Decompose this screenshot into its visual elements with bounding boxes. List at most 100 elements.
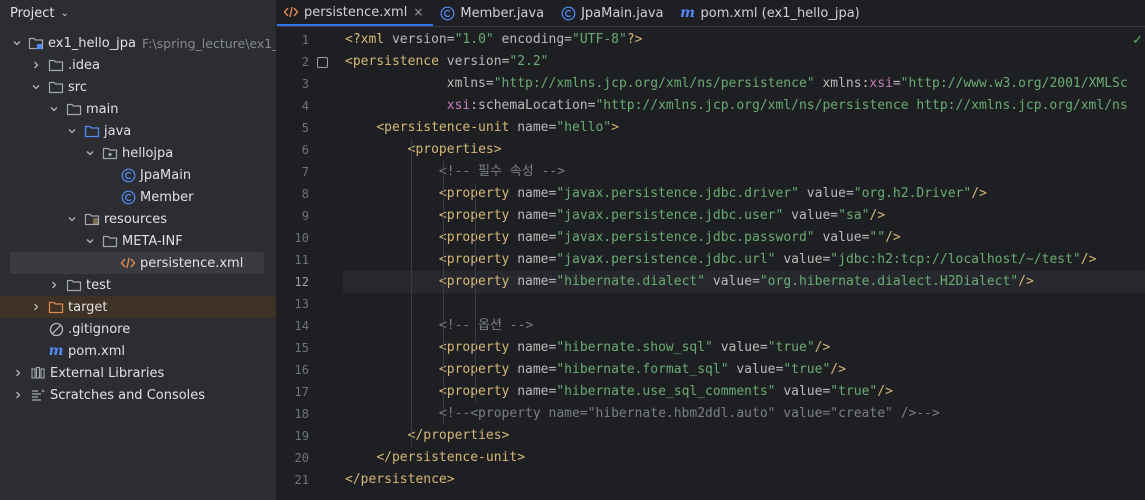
code-token: /> [1080,252,1097,267]
chevron-down-icon[interactable] [12,37,22,49]
code-token: value= [775,252,831,267]
code-line[interactable]: </persistence> [343,469,1145,491]
tree-node[interactable]: Scratches and Consoles [0,384,276,406]
code-line[interactable]: <property name="hibernate.use_sql_commen… [343,381,1145,403]
tree-node[interactable]: main [0,98,276,120]
source-folder-icon [84,124,100,138]
gitignore-icon [48,322,64,336]
code-line[interactable]: <property name="hibernate.show_sql" valu… [343,337,1145,359]
code-area[interactable]: <?xml version="1.0" encoding="UTF-8"?> <p… [343,27,1145,500]
code-token: "1.0" [454,32,494,47]
code-line[interactable]: <persistence-unit name="hello"> [343,117,1145,139]
tree-node[interactable]: persistence.xml [10,252,264,274]
code-line[interactable]: xsi:schemaLocation="http://xmlns.jcp.org… [343,95,1145,117]
chevron-down-icon[interactable]: ⌄ [60,8,68,19]
line-number-gutter: 1 2 3 4 5 6 7 8 9 10 11 12 13 14 15 16 17 18 19 20 21 [277,27,343,500]
indent-guide [411,139,412,447]
code-line[interactable]: <property name="hibernate.dialect" value… [343,271,1145,293]
tree-node-label: java [104,123,132,139]
code-line[interactable]: xmlns="http://xmlns.jcp.org/xml/ns/persi… [343,73,1145,95]
chevron-down-icon[interactable] [48,103,60,115]
code-editor[interactable]: 1 2 3 4 5 6 7 8 9 10 11 12 13 14 15 16 17 18 19 20 21 <?xml … [277,27,1145,500]
tree-node[interactable]: .gitignore [0,318,276,340]
code-line[interactable]: <!-- 필수 속성 --> [343,161,1145,183]
tree-node[interactable]: External Libraries [0,362,276,384]
chevron-down-icon[interactable] [66,213,78,225]
code-token: <properties> [407,142,502,157]
code-line[interactable]: <?xml version="1.0" encoding="UTF-8"?> [343,29,1145,51]
chevron-down-icon[interactable] [66,125,78,137]
editor-tab-label: persistence.xml [304,4,408,20]
code-token: "http://xmlns.jcp.org/xml/ns/persistence… [493,76,815,91]
tree-node[interactable]: .idea [0,54,276,76]
chevron-right-icon[interactable] [12,389,24,401]
chevron-down-icon[interactable] [84,235,96,247]
tree-node[interactable]: hellojpa [0,142,276,164]
line-number: 15 [294,341,309,355]
code-token: <!-- 필수 속성 --> [438,164,566,179]
chevron-right-icon[interactable] [30,59,42,71]
editor-tab[interactable]: persistence.xml × [277,0,434,26]
chevron-right-icon[interactable] [12,367,24,379]
code-line[interactable]: <persistence version="2.2" [343,51,1145,73]
code-token: </persistence> [345,472,455,487]
tree-node[interactable]: target [0,296,276,318]
code-line[interactable]: </properties> [343,425,1145,447]
tree-node[interactable]: m pom.xml [0,340,276,362]
tree-node[interactable]: src [0,76,276,98]
code-token: xmlns: [814,76,870,91]
code-token: /> [814,340,831,355]
indent-guide [443,161,444,425]
code-token: "UTF-8" [572,32,627,47]
line-number: 10 [294,231,309,245]
chevron-down-icon[interactable] [84,147,96,159]
code-line[interactable]: <property name="javax.persistence.jdbc.u… [343,205,1145,227]
tree-node[interactable]: JpaMain [0,164,276,186]
folder-icon [66,102,82,116]
chevron-right-icon[interactable] [48,279,60,291]
chevron-down-icon[interactable] [30,81,42,93]
chevron-right-icon[interactable] [30,301,42,313]
tree-node[interactable]: Member [0,186,276,208]
tree-node[interactable]: resources [0,208,276,230]
code-token: value= [798,186,854,201]
module-path-hint: F:\spring_lecture\ex1_ [141,35,277,51]
tree-node[interactable]: META-INF [0,230,276,252]
code-line[interactable]: <property name="javax.persistence.jdbc.u… [343,249,1145,271]
editor-tab[interactable]: Member.java [433,0,554,26]
resources-folder-icon [84,212,100,226]
project-view-header[interactable]: Project ⌄ [0,0,276,26]
structure-marker-icon[interactable] [317,57,328,68]
code-token: "http://xmlns.jcp.org/xml/ns/persistence… [595,98,1128,113]
code-token: xmlns= [446,76,494,91]
code-token: /> [971,186,987,201]
code-token: > [611,120,619,135]
code-line[interactable]: </persistence-unit> [343,447,1145,469]
code-line[interactable]: <!-- 옵션 --> [343,315,1145,337]
line-number: 5 [301,121,309,135]
tree-node[interactable]: java [0,120,276,142]
module-folder-icon [28,36,44,50]
tree-node[interactable]: test [0,274,276,296]
line-number: 13 [294,297,309,311]
code-token: "hibernate.dialect" [556,274,706,289]
code-token: "2.2" [509,54,549,69]
editor-tab-label: pom.xml (ex1_hello_jpa) [700,5,860,21]
code-line[interactable]: <property name="javax.persistence.jdbc.d… [343,183,1145,205]
folder-icon [102,234,118,248]
code-line[interactable]: <property name="hibernate.format_sql" va… [343,359,1145,381]
close-icon[interactable]: × [413,5,423,19]
editor-tab[interactable]: JpaMain.java [554,0,673,26]
editor-tab[interactable]: m pom.xml (ex1_hello_jpa) [674,0,870,26]
code-line[interactable] [343,293,1145,315]
tree-node[interactable]: ex1_hello_jpa F:\spring_lecture\ex1_ [0,32,276,54]
code-line[interactable]: <properties> [343,139,1145,161]
code-line[interactable]: <!--<property name="hibernate.hbm2ddl.au… [343,403,1145,425]
code-line[interactable]: <property name="javax.persistence.jdbc.p… [343,227,1145,249]
code-token: /> [830,362,846,377]
code-token: value= [814,230,870,245]
